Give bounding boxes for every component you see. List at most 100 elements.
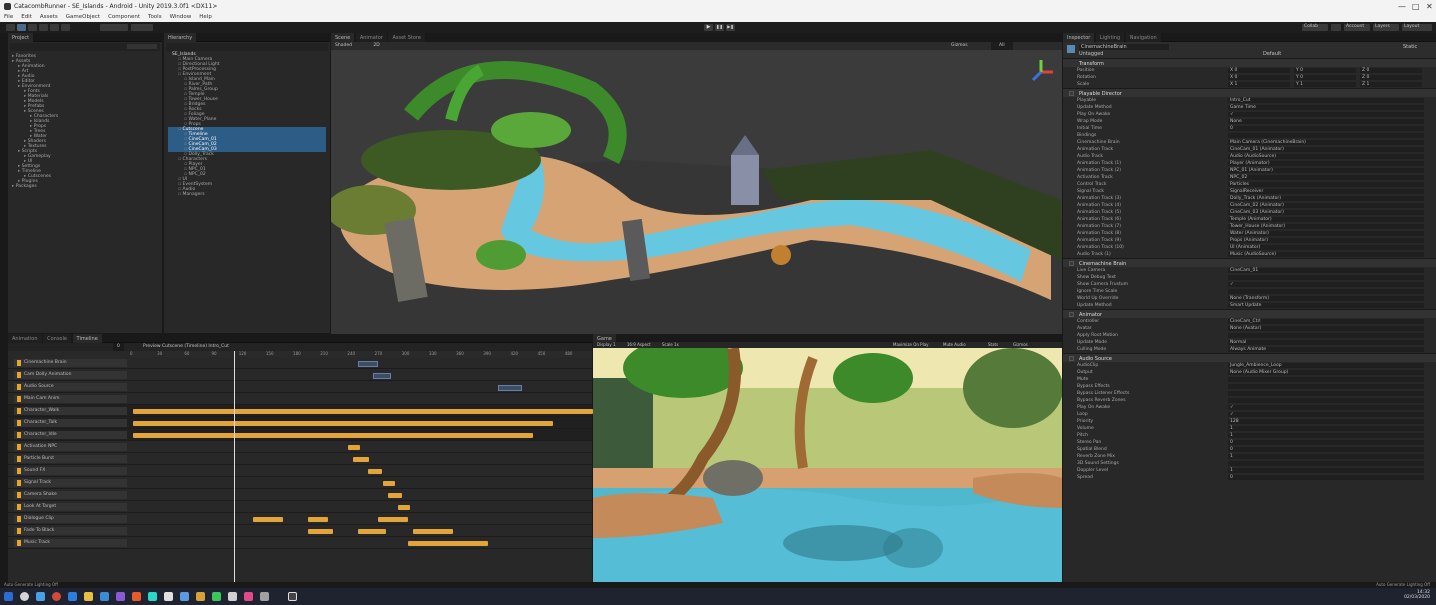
field-value[interactable]: Smart Update (1228, 303, 1424, 308)
tab-navigation[interactable]: Navigation (1125, 33, 1161, 42)
timeline-clip[interactable] (408, 541, 488, 546)
scale-slider[interactable]: Scale 1x (662, 342, 679, 347)
tab-asset-store[interactable]: Asset Store (388, 33, 425, 42)
maximize-button[interactable]: □ (1412, 2, 1420, 11)
field-value[interactable]: ✓ (1228, 412, 1424, 417)
field-value[interactable]: Water (Animator) (1228, 231, 1424, 236)
field-value[interactable]: SignalReceiver (1228, 189, 1424, 194)
field-value[interactable]: 0 (1228, 126, 1424, 131)
field-value[interactable]: 0 (1228, 440, 1424, 445)
timeline-track[interactable]: Camera Shake (8, 489, 592, 501)
timeline-clip[interactable] (133, 421, 553, 426)
audio-source-header[interactable]: Audio Source (1063, 353, 1436, 362)
timeline-asset-label[interactable]: Preview Cutscene (Timeline) Intro_Cut (143, 344, 229, 349)
search-icon[interactable] (20, 592, 29, 601)
system-clock[interactable]: 14:32 02/03/2020 (1390, 590, 1430, 600)
menu-item-file[interactable]: File (4, 14, 13, 20)
mail-icon[interactable] (100, 592, 109, 601)
timeline-clip[interactable] (358, 529, 386, 534)
track-header[interactable]: Character_Idle (14, 431, 127, 439)
track-header[interactable]: Dialogue Clip (14, 515, 127, 523)
timeline-track[interactable]: Activation NPC (8, 441, 592, 453)
layers-dropdown[interactable]: Layers (1373, 24, 1399, 31)
track-header[interactable]: Fade To Black (14, 527, 127, 535)
timeline-track[interactable]: Main Cam Anim (8, 393, 592, 405)
app-icon[interactable] (212, 592, 221, 601)
field-value[interactable]: Always Animate (1228, 347, 1424, 352)
app-icon[interactable] (132, 592, 141, 601)
hierarchy-search-input[interactable] (166, 43, 328, 51)
track-header[interactable]: Camera Shake (14, 491, 127, 499)
app-icon[interactable] (196, 592, 205, 601)
field-value[interactable] (1228, 398, 1424, 403)
field-value[interactable]: NPC_02 (1228, 175, 1424, 180)
close-button[interactable]: ✕ (1426, 2, 1433, 11)
field-value[interactable]: Intro_Cut (1228, 98, 1424, 103)
field-value[interactable]: None (1228, 119, 1424, 124)
active-app-icon[interactable] (288, 592, 297, 601)
app-icon[interactable] (148, 592, 157, 601)
field-value[interactable]: 128 (1228, 419, 1424, 424)
minimize-button[interactable]: — (1398, 2, 1406, 11)
game-viewport[interactable] (593, 348, 1062, 582)
field-value[interactable]: 1 (1228, 454, 1424, 459)
scale-tool-button[interactable] (39, 24, 48, 31)
track-header[interactable]: Particle Burst (14, 455, 127, 463)
unity-taskbar-icon[interactable] (164, 592, 173, 601)
layout-dropdown[interactable]: Layout (1402, 24, 1432, 31)
field-value[interactable]: ✓ (1228, 282, 1424, 287)
timeline-clip[interactable] (133, 409, 593, 414)
pivot-toggle[interactable] (100, 24, 128, 31)
timeline-clip[interactable] (253, 517, 283, 522)
transform-component-header[interactable]: Transform (1063, 58, 1436, 67)
vector-component-field[interactable]: Y 0 (1294, 68, 1356, 73)
track-header[interactable]: Character_Walk (14, 407, 127, 415)
field-value[interactable]: Dolly_Track (Animator) (1228, 196, 1424, 201)
timeline-track[interactable]: Sound FX (8, 465, 592, 477)
menu-item-window[interactable]: Window (170, 14, 192, 20)
menu-item-component[interactable]: Component (108, 14, 140, 20)
global-toggle[interactable] (131, 24, 153, 31)
project-search-input[interactable] (10, 43, 160, 51)
timeline-track[interactable]: Cinemachine Brain (8, 357, 592, 369)
playhead[interactable] (234, 351, 235, 582)
field-value[interactable]: CineCam_Ctrl (1228, 319, 1424, 324)
field-value[interactable]: Audio (AudioSource) (1228, 154, 1424, 159)
field-value[interactable]: Normal (1228, 340, 1424, 345)
app-icon[interactable] (260, 592, 269, 601)
menu-item-tools[interactable]: Tools (148, 14, 162, 20)
task-view-icon[interactable] (36, 592, 45, 601)
field-value[interactable]: CineCam_03 (Animator) (1228, 210, 1424, 215)
field-value[interactable]: None (Avatar) (1228, 326, 1424, 331)
field-value[interactable]: Game Time (1228, 105, 1424, 110)
field-value[interactable] (1228, 384, 1424, 389)
field-value[interactable] (1228, 391, 1424, 396)
timeline-track[interactable]: Dialogue Clip (8, 513, 592, 525)
tag-dropdown[interactable]: Untagged (1079, 51, 1103, 57)
vector-component-field[interactable]: Z 0 (1360, 75, 1422, 80)
tab-project[interactable]: Project (8, 33, 34, 42)
track-header[interactable]: Character_Talk (14, 419, 127, 427)
timeline-clip[interactable] (348, 445, 360, 450)
track-header[interactable]: Cam Dolly Animation (14, 371, 127, 379)
timeline-track[interactable]: Music Track (8, 537, 592, 549)
display-dropdown[interactable]: Display 1 (597, 342, 616, 347)
move-tool-button[interactable] (17, 24, 26, 31)
field-value[interactable]: Jungle_Ambience_Loop (1228, 363, 1424, 368)
object-name-field[interactable]: CinemachineBrain (1079, 44, 1169, 50)
field-value[interactable]: Player (Animator) (1228, 161, 1424, 166)
timeline-clip[interactable] (383, 481, 395, 486)
menu-item-gameobject[interactable]: GameObject (66, 14, 100, 20)
vector-component-field[interactable]: Z 1 (1360, 82, 1422, 87)
timeline-clip[interactable] (353, 457, 369, 462)
timeline-clip[interactable] (378, 517, 408, 522)
track-header[interactable]: Music Track (14, 539, 127, 547)
tab-animation[interactable]: Animation (8, 334, 42, 343)
track-header[interactable]: Activation NPC (14, 443, 127, 451)
field-value[interactable]: None (Transform) (1228, 296, 1424, 301)
tab-scene[interactable]: Scene (331, 33, 355, 42)
field-value[interactable]: CineCam_01 (1228, 268, 1424, 273)
app-icon[interactable] (180, 592, 189, 601)
vector-component-field[interactable]: X 1 (1228, 82, 1290, 87)
timeline-clip[interactable] (373, 373, 391, 379)
